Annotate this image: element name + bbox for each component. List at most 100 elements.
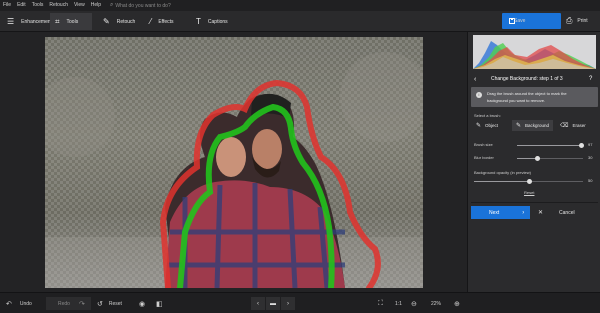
next-label: Next [489,209,500,216]
tab-captions-label: Captions [207,18,228,25]
canvas-area [0,32,467,292]
bg-opacity-label: Background opacity (in preview) [474,170,531,175]
save-label: Save [514,18,526,24]
tab-captions[interactable]: T Captions [191,13,239,30]
menu-search[interactable]: ⌕ What do you want to do? [110,2,171,9]
chevron-right-icon: › [522,209,525,216]
magic-wand-icon: ⁄ [150,17,152,26]
bokeh-2 [340,52,423,142]
close-icon: ✕ [538,210,544,216]
zoom-ratio-label: 1:1 [395,300,402,307]
blur-border-knob[interactable] [534,156,540,161]
menu-edit[interactable]: Edit [14,0,29,11]
cancel-label: Cancel [559,209,575,216]
brush-size-knob[interactable] [579,143,585,148]
zoom-level: 22% [431,298,441,309]
menu-help[interactable]: Help [88,0,104,11]
redo-button[interactable]: Redo ↷ [58,298,85,309]
blur-border-label: Blur border [474,155,494,160]
panel-title: Change Background: step 1 of 3 [491,76,563,82]
brush-icon: ✎ [516,123,522,129]
background-brush-label: Background [525,123,550,128]
undo-button[interactable]: ↶ Undo [6,298,32,309]
redo-icon: ↷ [78,300,85,308]
cancel-button[interactable]: ✕ Cancel [534,206,598,219]
panel-reset-link[interactable]: Reset [524,190,534,195]
chevron-right-icon: › [287,300,289,307]
preview-toggle[interactable]: ◉ [139,298,145,309]
printer-icon: ⎙ [566,16,573,25]
reset-button[interactable]: ↺ Reset [97,298,122,309]
text-icon: T [196,17,201,26]
bg-opacity-slider[interactable] [474,179,583,184]
eye-icon: ◉ [139,300,146,308]
tab-tools-label: Tools [66,18,79,25]
redo-label: Redo [58,300,70,307]
next-button[interactable]: Next › [471,206,530,219]
menu-view[interactable]: View [71,0,88,11]
info-text-line1: Drag the brush around the object to mark… [487,91,567,96]
photo-canvas[interactable] [45,37,423,288]
compare-toggle[interactable]: ◧ [156,298,163,309]
zoom-in-button[interactable]: ⊕ [454,298,460,309]
reset-icon: ↺ [97,300,103,308]
open-folder-button[interactable]: ▬ [266,297,280,310]
object-brush-label: Object [485,123,499,128]
panel-divider [471,202,598,203]
folder-icon: ▬ [270,300,276,307]
fit-screen-icon: ⛶ [378,299,383,307]
blur-border-fill [517,158,537,159]
menu-file[interactable]: File [0,0,14,11]
brush-icon: ✎ [103,17,110,26]
object-brush-button[interactable]: ✎ Object [472,120,510,131]
zoom-percent-label: 22% [431,300,442,307]
next-image-button[interactable]: › [281,297,295,310]
reset-label: Reset [108,300,122,307]
zoom-out-icon: ⊖ [411,300,417,308]
tab-tools[interactable]: ⌗ Tools [50,13,92,30]
undo-icon: ↶ [6,300,12,308]
split-view-icon: ◧ [156,300,163,308]
brush-size-label: Brush size [474,142,493,147]
search-icon: ⌕ [110,2,114,8]
bottom-bar: ↶ Undo Redo ↷ ↺ Reset ◉ ◧ ‹ ▬ › ⛶ 1:1 ⊖ … [0,292,600,313]
info-text-line2: background you want to remove. [487,98,546,103]
menu-retouch[interactable]: Retouch [46,0,71,11]
bg-opacity-value: 50 [588,178,593,183]
tab-enhancement[interactable]: ☰ Enhancement [2,13,52,30]
print-button[interactable]: ⎙ Print [566,13,588,29]
chevron-left-icon: ‹ [257,300,259,307]
tab-retouch[interactable]: ✎ Retouch [98,13,144,30]
info-box: i Drag the brush around the object to ma… [471,87,598,107]
woman-face [216,137,246,177]
sliders-icon: ☰ [7,17,15,26]
prev-image-button[interactable]: ‹ [251,297,265,310]
save-button[interactable]: Save [502,13,561,29]
crop-icon: ⌗ [55,16,60,26]
brush-size-value: 97 [588,142,593,147]
blur-border-value: 30 [588,155,593,160]
brush-size-slider[interactable] [517,143,585,148]
back-arrow-icon[interactable]: ‹ [474,76,476,83]
blur-border-slider[interactable] [517,156,583,161]
tab-effects-label: Effects [158,18,174,25]
tab-effects[interactable]: ⁄ Effects [145,13,191,30]
search-placeholder: What do you want to do? [115,2,171,9]
zoom-out-button[interactable]: ⊖ [411,298,417,309]
bg-opacity-fill [474,181,529,182]
help-button[interactable]: ? [589,76,592,82]
eraser-brush-button[interactable]: ⌫ Eraser [556,120,596,131]
print-label: Print [577,18,588,24]
select-brush-label: Select a brush: [474,113,501,118]
brush-size-fill [517,145,582,146]
background-brush-button[interactable]: ✎ Background [512,120,553,131]
bokeh-1 [45,77,115,157]
bg-opacity-knob[interactable] [526,179,532,184]
menu-tools[interactable]: Tools [29,0,47,11]
zoom-ratio-button[interactable]: 1:1 [395,298,402,309]
fit-screen-button[interactable]: ⛶ [378,298,383,309]
zoom-in-icon: ⊕ [454,300,460,308]
histogram [473,35,596,69]
eraser-icon: ⌫ [560,123,569,129]
info-icon: i [476,92,482,98]
